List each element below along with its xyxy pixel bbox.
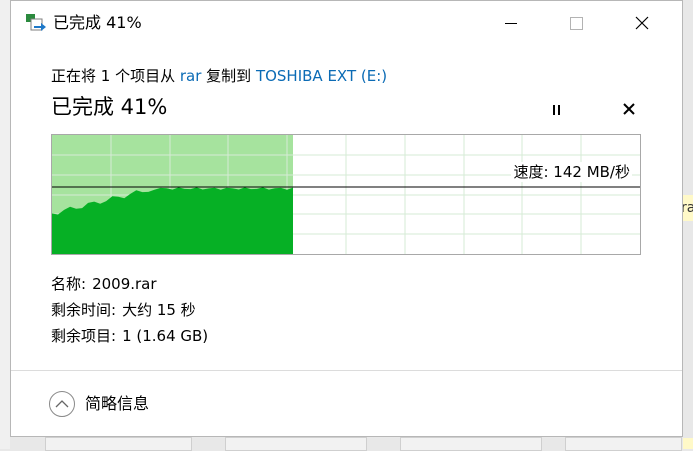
- pause-button[interactable]: [547, 101, 565, 119]
- maximize-button[interactable]: [548, 1, 604, 45]
- time-remaining-key: 剩余时间:: [51, 301, 117, 319]
- pause-icon: [552, 105, 555, 115]
- transfer-speed-graph: 速度: 142 MB/秒: [51, 134, 641, 255]
- background-highlight-2: [683, 438, 693, 449]
- fewer-details-label: 简略信息: [85, 394, 150, 413]
- items-remaining-row: 剩余项目: 1 (1.64 GB): [51, 325, 208, 347]
- items-remaining-key: 剩余项目:: [51, 327, 117, 345]
- background-panel: [0, 0, 10, 449]
- fewer-details-toggle[interactable]: 简略信息: [49, 391, 149, 417]
- source-link[interactable]: rar: [180, 67, 202, 85]
- cancel-button[interactable]: [619, 99, 639, 119]
- close-button[interactable]: [614, 1, 670, 45]
- time-remaining-value: 大约 15 秒: [122, 301, 196, 319]
- maximize-icon: [569, 16, 583, 30]
- close-icon: [635, 16, 649, 30]
- items-remaining-value: 1 (1.64 GB): [122, 327, 209, 345]
- footer-divider: [11, 370, 682, 371]
- speed-label: 速度: 142 MB/秒: [511, 162, 632, 182]
- file-copy-icon: [26, 14, 46, 31]
- file-name-value: 2009.rar: [92, 275, 157, 293]
- progress-title: 已完成 41%: [51, 95, 168, 119]
- copy-middle: 复制到: [201, 67, 256, 85]
- copy-prefix: 正在将 1 个项目从: [51, 67, 180, 85]
- file-name-key: 名称:: [51, 275, 87, 293]
- copy-progress-dialog: 已完成 41% 正在将 1 个项目从 rar 复制到 TOSHIBA EXT (…: [10, 0, 683, 437]
- title-bar[interactable]: 已完成 41%: [11, 1, 682, 45]
- speed-graph-canvas: [52, 135, 640, 254]
- time-remaining-row: 剩余时间: 大约 15 秒: [51, 299, 196, 321]
- minimize-button[interactable]: [483, 1, 539, 45]
- chevron-up-icon: [49, 391, 75, 417]
- copy-description: 正在将 1 个项目从 rar 复制到 TOSHIBA EXT (E:): [51, 65, 387, 87]
- window-title: 已完成 41%: [53, 13, 142, 32]
- destination-link[interactable]: TOSHIBA EXT (E:): [256, 67, 387, 85]
- cancel-icon: [623, 103, 635, 115]
- file-name-row: 名称: 2009.rar: [51, 273, 157, 295]
- minimize-icon: [505, 22, 517, 24]
